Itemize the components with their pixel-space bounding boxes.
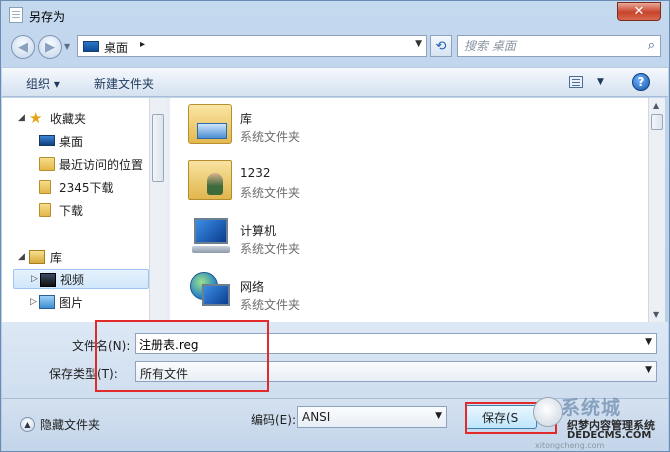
- view-dropdown-icon[interactable]: ▼: [597, 77, 604, 87]
- watermark-title: 系统城: [561, 397, 622, 419]
- encoding-select[interactable]: ANSI ▼: [297, 406, 447, 428]
- network-icon: [188, 272, 232, 312]
- navigation-pane: ◢ ★ 收藏夹 桌面 最近访问的位置 2345下载 下载 ◢ 库 ▷ 视频 ▷ …: [2, 98, 166, 322]
- folder-icon: [39, 180, 51, 194]
- library-folder-icon: [188, 104, 232, 144]
- watermark-url: DEDECMS.COM: [567, 430, 652, 441]
- recent-pages-dropdown-icon[interactable]: ▼: [64, 42, 72, 51]
- nav-item-label: 下载: [59, 203, 84, 218]
- list-item[interactable]: 库 系统文件夹: [170, 98, 640, 153]
- file-name: 1232: [240, 166, 271, 180]
- back-button[interactable]: ◀: [11, 35, 35, 59]
- file-name: 计算机: [240, 224, 277, 238]
- address-row: ◀ ▶ ▼ 桌面 ▸ ▼ ⟲ ⌕: [1, 31, 669, 61]
- nav-item-label: 最近访问的位置: [59, 157, 144, 172]
- annotation-box-filename: [95, 320, 269, 392]
- breadcrumb-desktop[interactable]: 桌面: [104, 39, 128, 56]
- window-title: 另存为: [29, 10, 66, 24]
- video-library-icon: [40, 273, 56, 287]
- scrollbar-thumb[interactable]: [651, 114, 663, 130]
- user-folder-icon: [188, 160, 232, 200]
- scroll-up-arrow-icon[interactable]: ▲: [653, 101, 659, 110]
- search-box[interactable]: ⌕: [457, 35, 661, 57]
- file-list-scrollbar[interactable]: ▲ ▼: [648, 98, 665, 322]
- nav-favorites-label: 收藏夹: [50, 111, 87, 126]
- nav-item-downloads[interactable]: 下载: [2, 200, 150, 220]
- title-bar: 另存为 ✕: [1, 1, 669, 31]
- nav-item-label: 视频: [60, 272, 85, 287]
- encoding-label: 编码(E):: [251, 413, 296, 427]
- favorites-star-icon: ★: [29, 109, 43, 127]
- downloads-folder-icon: [39, 203, 51, 217]
- file-type: 系统文件夹: [240, 130, 301, 144]
- nav-libraries-label: 库: [50, 250, 63, 265]
- collapse-triangle-icon[interactable]: ▷: [30, 297, 37, 307]
- filename-dropdown-icon[interactable]: ▼: [645, 337, 652, 347]
- change-view-icon[interactable]: [569, 76, 583, 88]
- nav-pane-scrollbar[interactable]: [149, 98, 166, 322]
- file-type: 系统文件夹: [240, 186, 301, 200]
- list-item[interactable]: 网络 系统文件夹: [170, 266, 640, 321]
- back-arrow-icon: ◀: [18, 39, 28, 55]
- nav-item-recent[interactable]: 最近访问的位置: [2, 154, 150, 174]
- hide-folders-button[interactable]: ▲ 隐藏文件夹: [20, 416, 100, 433]
- save-type-dropdown-icon[interactable]: ▼: [645, 365, 652, 375]
- nav-item-label: 2345下载: [59, 180, 114, 195]
- notepad-icon: [9, 7, 23, 23]
- library-icon: [29, 250, 45, 264]
- list-item[interactable]: 计算机 系统文件夹: [170, 210, 640, 265]
- organize-button[interactable]: 组织 ▾: [26, 75, 60, 92]
- nav-item-videos[interactable]: ▷ 视频: [13, 269, 149, 289]
- list-item[interactable]: 1232 系统文件夹: [170, 154, 640, 209]
- file-name: 库: [240, 112, 253, 126]
- new-folder-button[interactable]: 新建文件夹: [94, 75, 154, 92]
- nav-item-label: 桌面: [59, 134, 84, 149]
- scrollbar-thumb[interactable]: [152, 114, 164, 182]
- help-icon[interactable]: ?: [632, 73, 650, 91]
- encoding-value: ANSI: [302, 410, 331, 424]
- breadcrumb-arrow-icon[interactable]: ▸: [140, 39, 145, 50]
- watermark-small-url: xitongcheng.com: [535, 441, 605, 450]
- search-input[interactable]: [464, 38, 634, 54]
- watermark-logo-icon: [533, 397, 563, 427]
- address-bar[interactable]: 桌面 ▸ ▼: [77, 35, 427, 57]
- nav-item-2345-downloads[interactable]: 2345下载: [2, 177, 150, 197]
- collapse-triangle-icon[interactable]: ▷: [31, 274, 38, 284]
- file-list: 库 系统文件夹 1232 系统文件夹 计算机 系统文件夹 网络 系统文件夹: [170, 98, 648, 322]
- nav-favorites[interactable]: ◢ ★ 收藏夹: [2, 108, 150, 128]
- expand-triangle-icon[interactable]: ◢: [18, 252, 25, 262]
- refresh-icon: ⟲: [435, 38, 447, 54]
- nav-item-pictures[interactable]: ▷ 图片: [2, 292, 150, 312]
- nav-item-label: 图片: [59, 295, 84, 310]
- desktop-icon: [83, 41, 99, 52]
- address-dropdown-icon[interactable]: ▼: [415, 39, 422, 49]
- desktop-icon: [39, 135, 55, 146]
- collapse-up-icon: ▲: [20, 417, 35, 432]
- close-button[interactable]: ✕: [617, 2, 661, 21]
- watermark: 系统城 织梦内容管理系统 DEDECMS.COM xitongcheng.com: [531, 393, 669, 451]
- refresh-button[interactable]: ⟲: [430, 35, 452, 57]
- recent-places-icon: [39, 157, 55, 171]
- file-type: 系统文件夹: [240, 242, 301, 256]
- expand-triangle-icon[interactable]: ◢: [18, 113, 25, 123]
- command-toolbar: 组织 ▾ 新建文件夹 ▼ ?: [2, 67, 668, 97]
- pictures-library-icon: [39, 295, 55, 309]
- scroll-down-arrow-icon[interactable]: ▼: [653, 310, 659, 319]
- file-name: 网络: [240, 280, 265, 294]
- search-icon[interactable]: ⌕: [648, 38, 655, 53]
- nav-libraries[interactable]: ◢ 库: [2, 247, 150, 267]
- hide-folders-label: 隐藏文件夹: [40, 418, 101, 432]
- computer-icon: [188, 216, 232, 256]
- nav-item-desktop[interactable]: 桌面: [2, 131, 150, 151]
- file-type: 系统文件夹: [240, 298, 301, 312]
- forward-button[interactable]: ▶: [38, 35, 62, 59]
- forward-arrow-icon: ▶: [45, 39, 55, 55]
- encoding-dropdown-icon[interactable]: ▼: [435, 411, 442, 421]
- save-as-dialog: 另存为 ✕ ◀ ▶ ▼ 桌面 ▸ ▼ ⟲ ⌕ 组织 ▾ 新建文件夹 ▼ ? ◢ …: [0, 0, 670, 452]
